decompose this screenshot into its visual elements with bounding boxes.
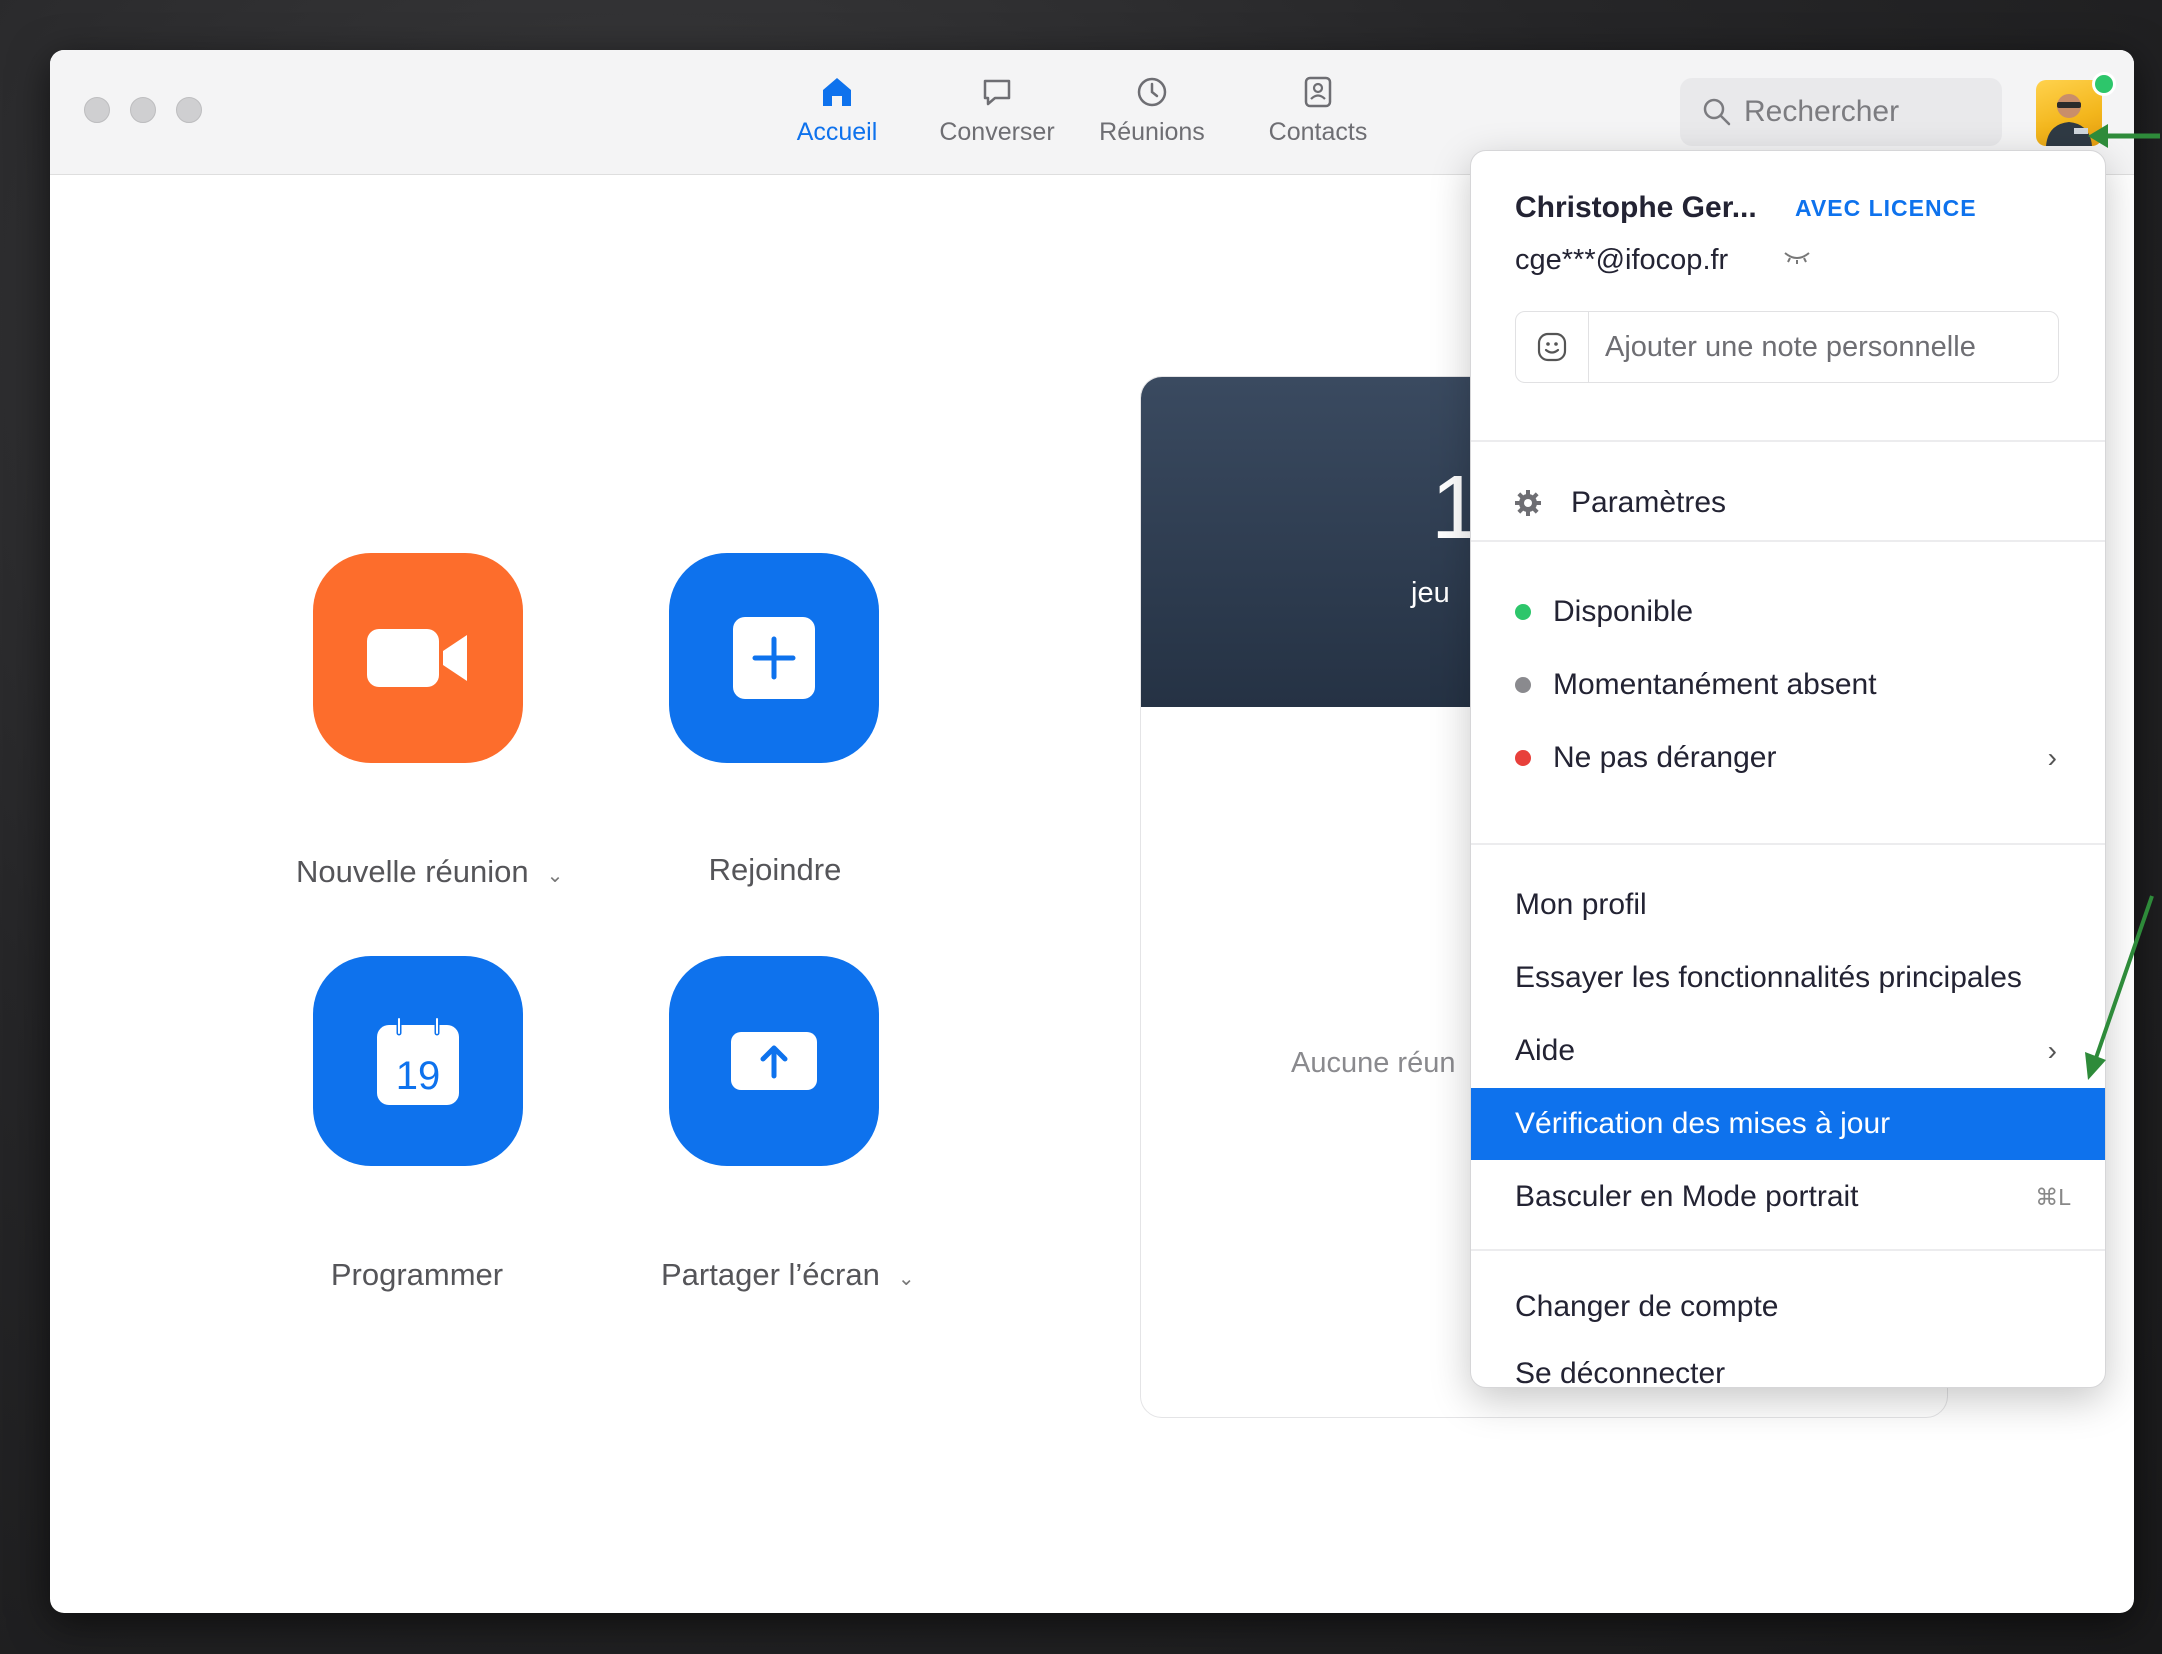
annotation-arrows	[2085, 124, 2160, 1080]
annotation-arrow-update	[2085, 895, 2154, 1080]
annotation-arrow-avatar	[2088, 124, 2160, 148]
